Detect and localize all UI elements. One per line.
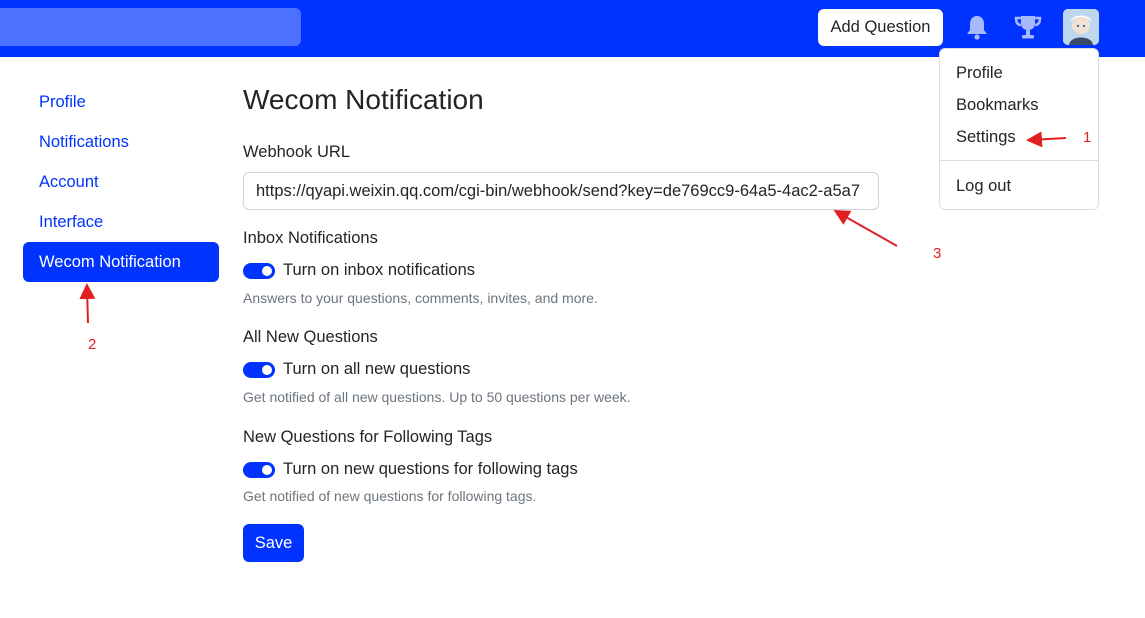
page-title: Wecom Notification (243, 84, 484, 115)
annotation-arrow-3 (833, 210, 898, 247)
webhook-url-label: Webhook URL (243, 143, 351, 161)
toggle-row-all-new[interactable]: Turn on all new questions (243, 360, 470, 379)
settings-sidebar: Profile Notifications Account Interface … (23, 82, 219, 282)
trophy-icon[interactable] (1014, 13, 1042, 41)
annotation-label-1: 1 (1083, 129, 1092, 146)
help-text: Get notified of all new questions. Up to… (243, 389, 631, 405)
avatar[interactable] (1063, 9, 1099, 45)
menu-item-bookmarks[interactable]: Bookmarks (956, 96, 1039, 115)
annotation-label-3: 3 (933, 245, 942, 262)
section-heading-inbox: Inbox Notifications (243, 229, 378, 247)
following-tags-switch[interactable] (243, 461, 275, 478)
webhook-url-input[interactable] (243, 172, 879, 210)
sidebar-item-profile[interactable]: Profile (23, 82, 219, 122)
toggle-row-inbox[interactable]: Turn on inbox notifications (243, 261, 475, 280)
section-heading-all-new: All New Questions (243, 328, 378, 346)
toggle-label: Turn on new questions for following tags (283, 460, 578, 478)
menu-item-logout[interactable]: Log out (956, 177, 1011, 196)
add-question-button[interactable]: Add Question (818, 9, 943, 46)
annotation-label-2: 2 (88, 336, 97, 353)
sidebar-item-account[interactable]: Account (23, 162, 219, 202)
sidebar-item-notifications[interactable]: Notifications (23, 122, 219, 162)
sidebar-item-wecom-notification[interactable]: Wecom Notification (23, 242, 219, 282)
menu-divider (940, 160, 1098, 161)
save-button[interactable]: Save (243, 524, 304, 562)
all-new-questions-switch[interactable] (243, 361, 275, 378)
menu-item-profile[interactable]: Profile (956, 64, 1003, 83)
search-input[interactable] (0, 8, 301, 46)
help-text: Answers to your questions, comments, inv… (243, 290, 598, 306)
toggle-label: Turn on inbox notifications (283, 261, 475, 279)
sidebar-item-interface[interactable]: Interface (23, 202, 219, 242)
help-text: Get notified of new questions for follow… (243, 488, 537, 504)
toggle-row-following-tags[interactable]: Turn on new questions for following tags (243, 460, 578, 479)
inbox-notifications-switch[interactable] (243, 262, 275, 279)
section-heading-following-tags: New Questions for Following Tags (243, 428, 493, 446)
menu-item-settings[interactable]: Settings (956, 128, 1016, 147)
annotation-arrow-2 (79, 283, 96, 324)
toggle-label: Turn on all new questions (283, 360, 471, 378)
bell-icon[interactable] (963, 13, 991, 41)
user-dropdown-menu: Profile Bookmarks Settings Log out (939, 48, 1099, 210)
